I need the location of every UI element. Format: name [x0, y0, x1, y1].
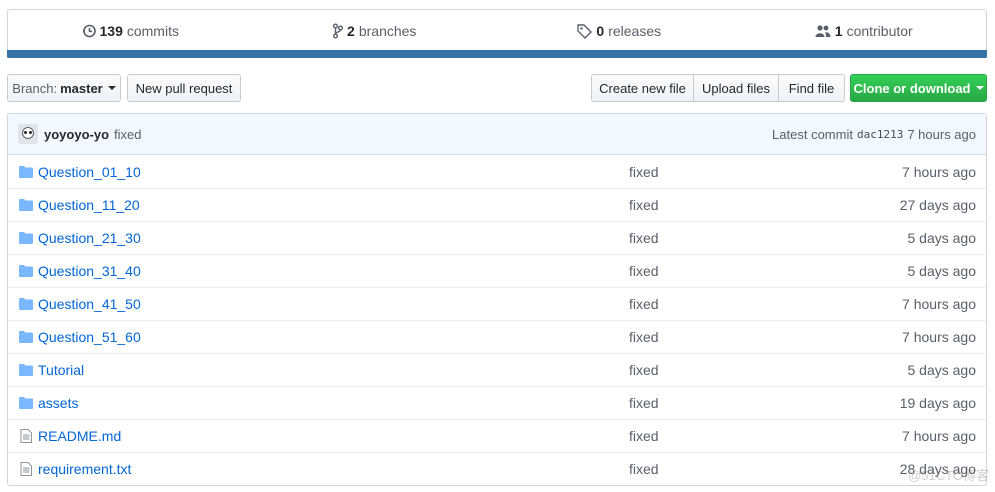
repo-summary: 139 commits 2 branches 0 releases 1 cont… [7, 9, 987, 58]
branches-count: 2 [347, 22, 355, 39]
file-name-link[interactable]: Question_01_10 [38, 164, 618, 180]
file-commit-message[interactable]: fixed [629, 395, 659, 411]
commit-sha[interactable]: dac1213 [857, 128, 903, 141]
folder-icon [18, 265, 34, 277]
file-row[interactable]: README.md fixed 7 hours ago [8, 419, 986, 452]
file-icon [18, 429, 34, 443]
file-commit-message[interactable]: fixed [629, 428, 659, 444]
file-row[interactable]: Question_01_10 fixed 7 hours ago [8, 155, 986, 188]
file-age: 5 days ago [907, 362, 977, 378]
file-name-link[interactable]: Question_41_50 [38, 296, 618, 312]
people-icon [815, 24, 831, 37]
commit-message[interactable]: fixed [114, 127, 141, 142]
file-row[interactable]: Question_51_60 fixed 7 hours ago [8, 320, 986, 353]
file-age: 5 days ago [907, 263, 977, 279]
create-new-file-button[interactable]: Create new file [591, 74, 694, 102]
tag-icon [577, 23, 593, 39]
folder-icon [18, 364, 34, 376]
file-actions-group: Create new file Upload files Find file [591, 74, 845, 102]
file-row[interactable]: requirement.txt fixed 28 days ago [8, 452, 986, 485]
file-age: 7 hours ago [902, 428, 976, 444]
file-name-link[interactable]: assets [38, 395, 618, 411]
folder-icon [18, 298, 34, 310]
file-name-link[interactable]: Question_11_20 [38, 197, 618, 213]
file-row[interactable]: Question_31_40 fixed 5 days ago [8, 254, 986, 287]
contributors-stat[interactable]: 1 contributor [742, 23, 987, 39]
branches-stat[interactable]: 2 branches [253, 23, 498, 39]
folder-icon [18, 331, 34, 343]
latest-commit-bar: yoyoyo-yo fixed Latest commit dac1213 7 … [8, 114, 986, 155]
language-bar [7, 50, 987, 58]
file-commit-message[interactable]: fixed [629, 230, 659, 246]
file-commit-message[interactable]: fixed [629, 197, 659, 213]
file-commit-message[interactable]: fixed [629, 263, 659, 279]
chevron-down-icon [107, 86, 116, 90]
file-commit-message[interactable]: fixed [629, 461, 659, 477]
commits-stat[interactable]: 139 commits [8, 23, 253, 39]
file-list: Question_01_10 fixed 7 hours ago Question_1… [8, 155, 986, 485]
avatar[interactable] [18, 124, 38, 144]
file-age: 7 hours ago [902, 329, 976, 345]
file-age: 27 days ago [899, 197, 976, 213]
file-row[interactable]: Question_11_20 fixed 27 days ago [8, 188, 986, 221]
branch-prefix: Branch: [12, 80, 58, 96]
file-row[interactable]: assets fixed 19 days ago [8, 386, 986, 419]
latest-commit-label: Latest commit [772, 126, 853, 142]
file-row[interactable]: Tutorial fixed 5 days ago [8, 353, 986, 386]
clone-or-download-button[interactable]: Clone or download [850, 74, 987, 102]
file-row[interactable]: Question_41_50 fixed 7 hours ago [8, 287, 986, 320]
new-pull-request-button[interactable]: New pull request [127, 74, 241, 102]
git-branch-icon [333, 23, 344, 38]
watermark: @51CTO博客 [908, 468, 989, 483]
file-name-link[interactable]: requirement.txt [38, 461, 618, 477]
file-commit-message[interactable]: fixed [629, 296, 659, 312]
file-commit-message[interactable]: fixed [629, 362, 659, 378]
latest-commit-info: Latest commit dac1213 7 hours ago [772, 127, 976, 142]
file-name-link[interactable]: Tutorial [38, 362, 618, 378]
releases-count: 0 [596, 22, 605, 39]
branch-select-button[interactable]: Branch: master [7, 74, 121, 102]
file-commit-message[interactable]: fixed [629, 164, 659, 180]
file-name-link[interactable]: Question_51_60 [38, 329, 618, 345]
file-row[interactable]: Question_21_30 fixed 5 days ago [8, 221, 986, 254]
file-age: 19 days ago [899, 395, 976, 411]
file-name-link[interactable]: README.md [38, 428, 618, 444]
file-commit-message[interactable]: fixed [629, 329, 659, 345]
releases-stat[interactable]: 0 releases [497, 23, 742, 39]
folder-icon [18, 199, 34, 211]
history-icon [82, 24, 96, 37]
find-file-button[interactable]: Find file [778, 74, 845, 102]
commits-count: 139 [99, 22, 123, 39]
file-name-link[interactable]: Question_31_40 [38, 263, 618, 279]
folder-icon [18, 397, 34, 409]
contributors-label: contributor [846, 22, 913, 39]
upload-files-button[interactable]: Upload files [693, 74, 779, 102]
file-age: 5 days ago [907, 230, 977, 246]
commit-author[interactable]: yoyoyo-yo [44, 127, 109, 142]
chevron-down-icon [975, 86, 984, 90]
releases-label: releases [608, 22, 662, 39]
branches-label: branches [358, 22, 417, 39]
file-age: 7 hours ago [902, 163, 976, 180]
branch-name: master [60, 80, 103, 96]
folder-icon [18, 165, 34, 178]
folder-icon [18, 232, 34, 244]
contributors-count: 1 [834, 22, 843, 39]
commit-age: 7 hours ago [907, 126, 976, 142]
file-navigation: yoyoyo-yo fixed Latest commit dac1213 7 … [7, 113, 987, 486]
file-age: 7 hours ago [902, 296, 976, 312]
clone-label: Clone or download [853, 80, 971, 96]
commits-label: commits [126, 22, 179, 39]
file-icon [18, 462, 34, 476]
file-name-link[interactable]: Question_21_30 [38, 230, 618, 246]
